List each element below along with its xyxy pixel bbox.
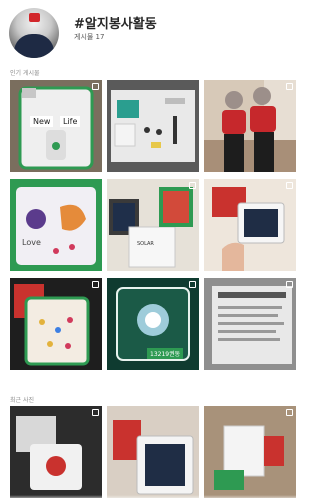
post-thumbnail[interactable]: 13219권동 [107, 278, 199, 370]
popular-posts-grid: New Life Love SOLAR 13219권동 [10, 80, 297, 370]
post-thumbnail[interactable] [204, 179, 296, 271]
section-label-popular: 인기 게시물 [10, 70, 40, 77]
post-thumbnail[interactable] [204, 278, 296, 370]
section-label-recent: 최근 사진 [10, 397, 34, 404]
hashtag-avatar [9, 8, 59, 58]
multiple-images-icon [92, 409, 99, 416]
svg-text:SOLAR: SOLAR [137, 241, 154, 247]
recent-posts-grid [10, 406, 297, 501]
tile-caption-new: New [30, 116, 54, 127]
post-thumbnail[interactable]: SOLAR [107, 179, 199, 271]
post-thumbnail[interactable] [204, 406, 296, 498]
post-thumbnail[interactable] [204, 80, 296, 172]
multiple-images-icon [286, 281, 293, 288]
bottom-fade [0, 495, 306, 501]
post-thumbnail[interactable]: New Life [10, 80, 102, 172]
multiple-images-icon [92, 83, 99, 90]
tile-caption-count: 13219권동 [147, 348, 184, 359]
post-image-two-volunteers [204, 80, 296, 172]
hashtag-title: #알지봉사활동 [74, 17, 157, 32]
post-thumbnail[interactable] [10, 406, 102, 498]
post-image-recent-1 [10, 406, 102, 498]
post-image-recent-3 [204, 406, 296, 498]
post-image-heart-light [10, 278, 102, 370]
post-image-decorated-light: Love [10, 179, 102, 271]
multiple-images-icon [286, 182, 293, 189]
post-image-document [204, 278, 296, 370]
multiple-images-icon [189, 281, 196, 288]
tag-header: #알지봉사활동 게시물 17 [0, 0, 306, 62]
post-thumbnail[interactable] [10, 278, 102, 370]
multiple-images-icon [286, 83, 293, 90]
post-image-parts-on-table [107, 80, 199, 172]
post-thumbnail[interactable] [107, 80, 199, 172]
tile-caption-life: Life [60, 116, 81, 127]
multiple-images-icon [92, 281, 99, 288]
svg-text:Love: Love [22, 238, 41, 247]
post-image-hand-holding-panel [204, 179, 296, 271]
post-image-recent-2 [107, 406, 199, 498]
post-thumbnail[interactable] [107, 406, 199, 498]
post-image-kit-box: SOLAR [107, 179, 199, 271]
post-thumbnail[interactable]: Love [10, 179, 102, 271]
multiple-images-icon [189, 182, 196, 189]
post-image-light-device [10, 80, 102, 172]
multiple-images-icon [286, 409, 293, 416]
post-count: 게시물 17 [74, 33, 105, 41]
